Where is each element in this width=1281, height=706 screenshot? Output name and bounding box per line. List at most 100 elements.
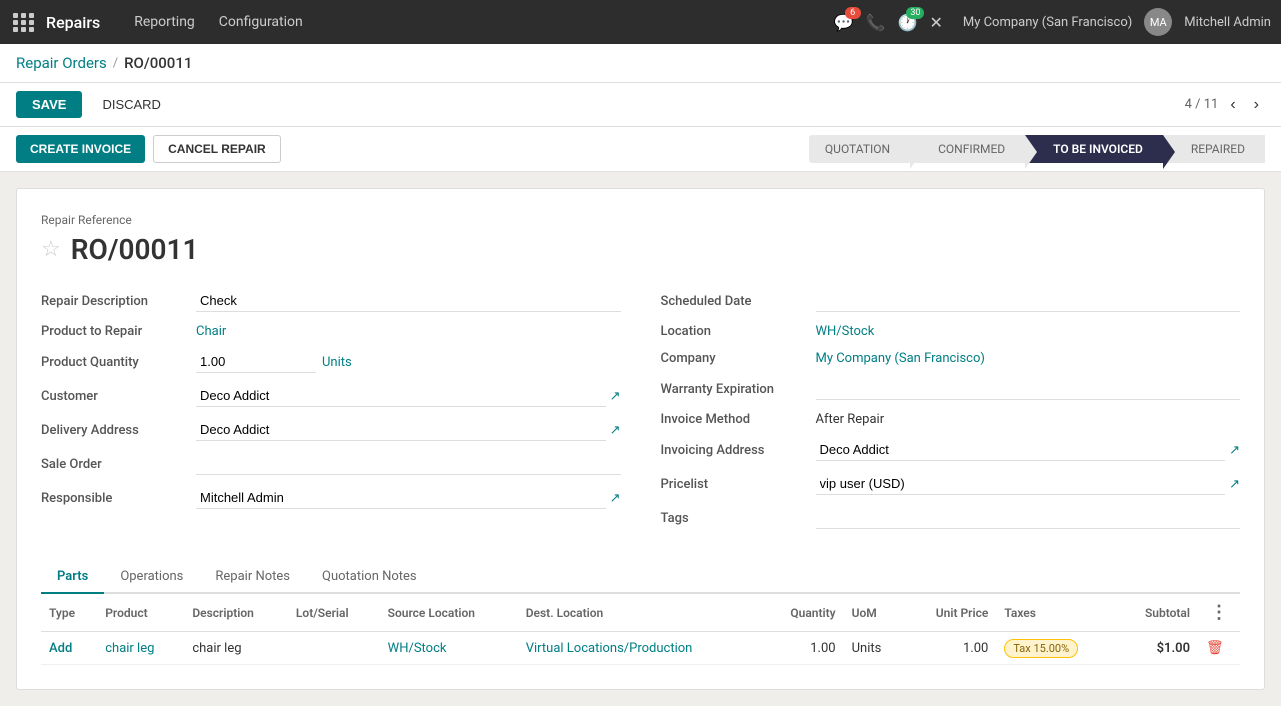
chat-badge: 6 <box>845 7 861 19</box>
field-invoicing-address: Invoicing Address Deco Addict ↗ <box>661 439 1241 461</box>
row-description: chair leg <box>184 632 288 665</box>
field-location: Location WH/Stock <box>661 324 1241 339</box>
status-steps: QUOTATION CONFIRMED TO BE INVOICED REPAI… <box>809 135 1265 163</box>
row-subtotal: $1.00 <box>1116 632 1198 665</box>
col-description: Description <box>184 594 288 632</box>
row-quantity: 1.00 <box>762 632 844 665</box>
status-repaired[interactable]: REPAIRED <box>1163 135 1265 163</box>
app-menu-icon[interactable] <box>10 8 38 36</box>
status-to-be-invoiced[interactable]: TO BE INVOICED <box>1025 135 1163 163</box>
pricelist-ext-link[interactable]: ↗ <box>1229 477 1240 492</box>
close-icon-btn[interactable]: ✕ <box>929 13 942 32</box>
breadcrumb-current: RO/00011 <box>124 54 192 72</box>
invoicing-address-select-wrap: Deco Addict ↗ <box>816 439 1241 461</box>
units-label[interactable]: Units <box>322 355 352 370</box>
main-content: Repair Reference ☆ RO/00011 Repair Descr… <box>0 172 1281 706</box>
col-more: ⋮ <box>1198 594 1240 632</box>
pricelist-select-wrap: vip user (USD) ↗ <box>816 473 1241 495</box>
invoice-method-value: After Repair <box>816 412 1241 427</box>
row-lot-serial <box>288 632 380 665</box>
repair-description-input[interactable] <box>196 290 621 312</box>
repair-id: RO/00011 <box>71 233 199 266</box>
create-invoice-button[interactable]: CREATE INVOICE <box>16 135 145 163</box>
responsible-select[interactable]: Mitchell Admin <box>196 487 606 509</box>
repair-ref-label: Repair Reference <box>41 213 1240 227</box>
table-row: Add chair leg chair leg WH/Stock Virtual… <box>41 632 1240 665</box>
save-button[interactable]: SAVE <box>16 91 82 118</box>
delivery-address-ext-link[interactable]: ↗ <box>610 423 621 438</box>
row-delete[interactable]: 🗑 <box>1198 632 1240 665</box>
company-value[interactable]: My Company (San Francisco) <box>816 351 1241 366</box>
breadcrumb-parent[interactable]: Repair Orders <box>16 54 107 72</box>
field-product-to-repair: Product to Repair Chair <box>41 324 621 339</box>
phone-icon-btn[interactable]: 📞 <box>866 13 886 32</box>
customer-select[interactable]: Deco Addict <box>196 385 606 407</box>
tab-operations[interactable]: Operations <box>104 561 199 594</box>
form-card: Repair Reference ☆ RO/00011 Repair Descr… <box>16 188 1265 690</box>
delivery-address-select[interactable]: Deco Addict <box>196 419 606 441</box>
row-unit-price: 1.00 <box>905 632 997 665</box>
col-type: Type <box>41 594 97 632</box>
row-source-location[interactable]: WH/Stock <box>380 632 518 665</box>
field-repair-description: Repair Description <box>41 290 621 312</box>
field-invoice-method: Invoice Method After Repair <box>661 412 1241 427</box>
warranty-expiration-select[interactable] <box>816 378 1241 400</box>
sale-order-select[interactable] <box>196 453 621 475</box>
field-pricelist: Pricelist vip user (USD) ↗ <box>661 473 1241 495</box>
menu-configuration[interactable]: Configuration <box>209 10 313 34</box>
discard-button[interactable]: DISCARD <box>90 91 173 118</box>
form-right: Scheduled Date Location WH/Stock Company… <box>661 290 1241 541</box>
navbar: Repairs Reporting Configuration 💬 6 📞 🕐 … <box>0 0 1281 44</box>
invoicing-address-ext-link[interactable]: ↗ <box>1229 443 1240 458</box>
responsible-ext-link[interactable]: ↗ <box>610 491 621 506</box>
tab-parts[interactable]: Parts <box>41 561 104 594</box>
delete-row-icon[interactable]: 🗑 <box>1206 640 1224 656</box>
col-product: Product <box>97 594 184 632</box>
username: Mitchell Admin <box>1184 15 1271 30</box>
field-scheduled-date: Scheduled Date <box>661 290 1241 312</box>
activity-icon-btn[interactable]: 🕐 30 <box>898 13 918 32</box>
action-bar: SAVE DISCARD 4 / 11 ‹ › <box>0 83 1281 127</box>
menu-reporting[interactable]: Reporting <box>124 10 205 34</box>
col-taxes: Taxes <box>996 594 1116 632</box>
navbar-icons: 💬 6 📞 🕐 30 ✕ My Company (San Francisco) … <box>834 8 1271 36</box>
field-responsible: Responsible Mitchell Admin ↗ <box>41 487 621 509</box>
row-dest-location[interactable]: Virtual Locations/Production <box>518 632 762 665</box>
pagination-prev[interactable]: ‹ <box>1224 94 1241 116</box>
app-title: Repairs <box>46 13 100 32</box>
col-quantity: Quantity <box>762 594 844 632</box>
row-type: Add <box>41 632 97 665</box>
parts-table: Type Product Description Lot/Serial Sour… <box>41 594 1240 665</box>
col-dest-location: Dest. Location <box>518 594 762 632</box>
responsible-select-wrap: Mitchell Admin ↗ <box>196 487 621 509</box>
col-lot-serial: Lot/Serial <box>288 594 380 632</box>
chat-icon-btn[interactable]: 💬 6 <box>834 13 854 32</box>
location-value[interactable]: WH/Stock <box>816 324 1241 339</box>
pricelist-select[interactable]: vip user (USD) <box>816 473 1226 495</box>
product-to-repair-value[interactable]: Chair <box>196 324 621 339</box>
table-kebab-menu[interactable]: ⋮ <box>1206 602 1232 623</box>
field-product-quantity: Product Quantity Units <box>41 351 621 373</box>
field-delivery-address: Delivery Address Deco Addict ↗ <box>41 419 621 441</box>
status-bar: CREATE INVOICE CANCEL REPAIR QUOTATION C… <box>0 127 1281 172</box>
cancel-repair-button[interactable]: CANCEL REPAIR <box>153 135 281 163</box>
avatar: MA <box>1144 8 1172 36</box>
pagination-next[interactable]: › <box>1248 94 1265 116</box>
status-quotation[interactable]: QUOTATION <box>809 135 910 163</box>
favorite-star-icon[interactable]: ☆ <box>41 237 61 262</box>
tags-select[interactable] <box>816 507 1241 529</box>
tab-quotation-notes[interactable]: Quotation Notes <box>306 561 433 594</box>
customer-ext-link[interactable]: ↗ <box>610 389 621 404</box>
invoicing-address-select[interactable]: Deco Addict <box>816 439 1226 461</box>
field-tags: Tags <box>661 507 1241 529</box>
row-taxes: Tax 15.00% <box>996 632 1116 665</box>
breadcrumb-separator: / <box>113 56 118 71</box>
product-quantity-input[interactable] <box>196 351 316 373</box>
delivery-address-select-wrap: Deco Addict ↗ <box>196 419 621 441</box>
pagination: 4 / 11 ‹ › <box>1185 94 1265 116</box>
col-source-location: Source Location <box>380 594 518 632</box>
tab-repair-notes[interactable]: Repair Notes <box>199 561 306 594</box>
status-confirmed[interactable]: CONFIRMED <box>910 135 1025 163</box>
scheduled-date-select[interactable] <box>816 290 1241 312</box>
row-product[interactable]: chair leg <box>97 632 184 665</box>
